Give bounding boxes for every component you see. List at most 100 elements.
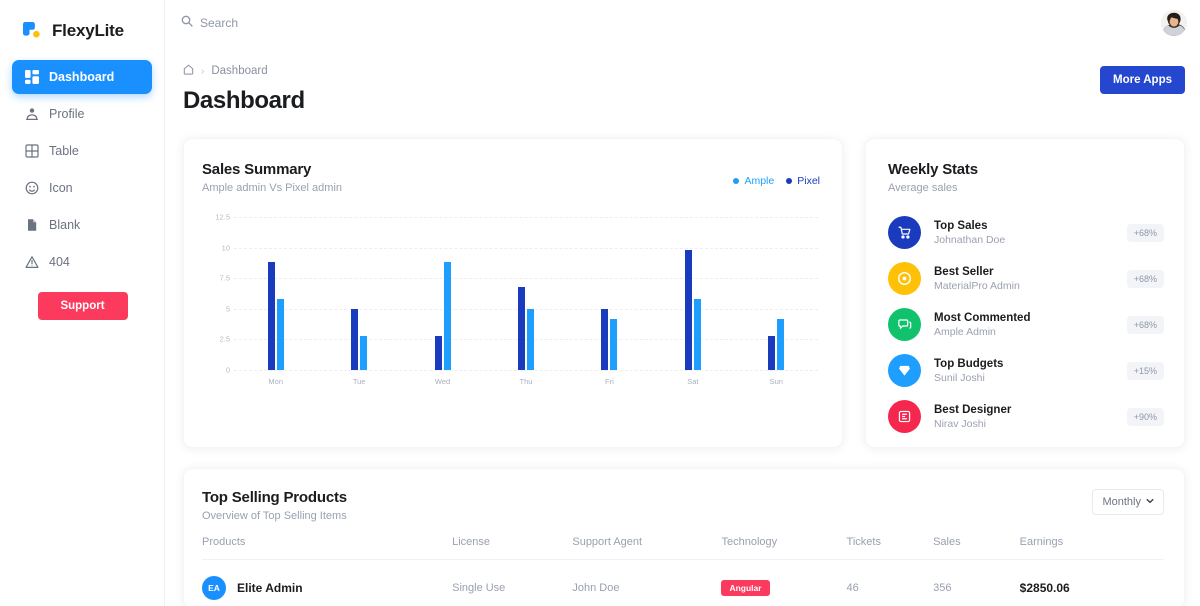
chart-gridline: [234, 309, 818, 310]
weekly-stat-badge: +90%: [1127, 408, 1164, 426]
sales-bar-chart: 12.5107.552.50MonTueWedThuFriSatSun: [202, 207, 824, 392]
weekly-stat-text: Best Designer Nirav Joshi: [934, 404, 1127, 430]
weekly-stat-text: Top SalesJohnathan Doe: [934, 220, 1127, 246]
chart-bar: [527, 309, 534, 370]
sales-summary-subtitle: Ample admin Vs Pixel admin: [202, 182, 822, 194]
weekly-stat-item[interactable]: Top SalesJohnathan Doe+68%: [888, 216, 1164, 249]
diamond-icon: [888, 354, 921, 387]
sidebar: FlexyLite Dashboard: [0, 0, 165, 606]
table-column-header: Tickets: [847, 536, 934, 560]
sidebar-item-icon[interactable]: Icon: [12, 171, 152, 205]
table-column-header: Earnings: [1020, 536, 1164, 560]
weekly-stat-badge: +68%: [1127, 224, 1164, 242]
chart-bar: [685, 250, 692, 370]
chart-bar: [277, 299, 284, 370]
weekly-stat-sub: MaterialPro Admin: [934, 280, 1127, 292]
chart-x-tick: Sat: [687, 377, 698, 386]
dashboard-row-top: Sales Summary Ample admin Vs Pixel admin…: [183, 138, 1185, 448]
weekly-stat-item[interactable]: Most CommentedAmple Admin+68%: [888, 308, 1164, 341]
support-wrap: Support: [0, 292, 165, 320]
page-title: Dashboard: [183, 87, 305, 115]
brand[interactable]: FlexyLite: [0, 0, 164, 48]
weekly-stat-item[interactable]: Top BudgetsSunil Joshi+15%: [888, 354, 1164, 387]
sidebar-item-blank[interactable]: Blank: [12, 208, 152, 242]
chart-x-tick: Thu: [520, 377, 533, 386]
top-selling-title: Top Selling Products: [202, 489, 347, 506]
sidebar-item-dashboard[interactable]: Dashboard: [12, 60, 152, 94]
chart-bar: [694, 299, 701, 370]
sidebar-nav: Dashboard Profile: [0, 60, 164, 279]
chart-gridline: [234, 370, 818, 371]
top-selling-titles: Top Selling Products Overview of Top Sel…: [202, 489, 347, 522]
table-row[interactable]: EAElite AdminSingle UseJohn DoeAngular46…: [202, 560, 1164, 601]
warning-triangle-icon: [24, 255, 39, 270]
top-selling-products-card: Top Selling Products Overview of Top Sel…: [183, 468, 1185, 606]
table-body: EAElite AdminSingle UseJohn DoeAngular46…: [202, 560, 1164, 601]
legend-dot-icon: [786, 178, 792, 184]
weekly-stat-text: Top BudgetsSunil Joshi: [934, 358, 1127, 384]
legend-item-pixel[interactable]: Pixel: [786, 175, 820, 187]
home-icon[interactable]: [183, 64, 194, 78]
sidebar-item-label: Profile: [49, 107, 84, 121]
page-head-left: › Dashboard Dashboard: [183, 64, 305, 115]
cell-earnings: $2850.06: [1020, 560, 1164, 601]
chart-x-tick: Wed: [435, 377, 450, 386]
weekly-stats-title: Weekly Stats: [888, 161, 1164, 178]
weekly-stat-sub: Johnathan Doe: [934, 234, 1127, 246]
chart-gridline: [234, 248, 818, 249]
chart-bar: [518, 287, 525, 370]
weekly-stat-sub: Ample Admin: [934, 326, 1127, 338]
app-root: FlexyLite Dashboard: [0, 0, 1200, 606]
weekly-stats-list: Top SalesJohnathan Doe+68%Best SellerMat…: [888, 216, 1164, 433]
sales-summary-card: Sales Summary Ample admin Vs Pixel admin…: [183, 138, 843, 448]
table-header-row: ProductsLicenseSupport AgentTechnologyTi…: [202, 536, 1164, 560]
sidebar-item-table[interactable]: Table: [12, 134, 152, 168]
breadcrumb-separator: ›: [201, 66, 204, 77]
table-column-header: Support Agent: [572, 536, 721, 560]
sidebar-item-label: 404: [49, 255, 70, 269]
chart-gridline: [234, 339, 818, 340]
chart-y-tick: 2.5: [204, 335, 230, 344]
chart-bar: [768, 336, 775, 370]
weekly-stat-item[interactable]: Best SellerMaterialPro Admin+68%: [888, 262, 1164, 295]
monthly-filter-select[interactable]: Monthly: [1092, 489, 1164, 515]
sidebar-item-label: Blank: [49, 218, 80, 232]
content: › Dashboard Dashboard More Apps Sales Su…: [165, 46, 1200, 606]
smiley-face-icon: [24, 181, 39, 196]
product-avatar: EA: [202, 576, 226, 600]
file-document-icon: [24, 218, 39, 233]
chart-plot-area: 12.5107.552.50MonTueWedThuFriSatSun: [234, 217, 818, 370]
weekly-stat-name: Best Designer: [934, 404, 1127, 416]
search-input[interactable]: Search: [181, 14, 238, 32]
sidebar-item-profile[interactable]: Profile: [12, 97, 152, 131]
avatar[interactable]: [1161, 10, 1187, 36]
chart-y-tick: 10: [204, 243, 230, 252]
sidebar-item-label: Icon: [49, 181, 73, 195]
chart-bar: [435, 336, 442, 370]
table-column-header: License: [452, 536, 572, 560]
layers-image-icon: [888, 400, 921, 433]
table-head: ProductsLicenseSupport AgentTechnologyTi…: [202, 536, 1164, 560]
chart-x-tick: Fri: [605, 377, 614, 386]
person-icon: [24, 107, 39, 122]
dashboard-grid-icon: [24, 70, 39, 85]
weekly-stat-sub: Nirav Joshi: [934, 418, 1127, 430]
breadcrumb-current: Dashboard: [211, 65, 267, 77]
weekly-stats-subtitle: Average sales: [888, 182, 1164, 194]
search-icon: [181, 14, 193, 32]
weekly-stats-card: Weekly Stats Average sales Top SalesJohn…: [865, 138, 1185, 448]
weekly-stat-name: Top Budgets: [934, 358, 1127, 370]
monthly-filter-label: Monthly: [1102, 496, 1141, 508]
legend-item-ample[interactable]: Ample: [733, 175, 774, 187]
weekly-stat-item[interactable]: Best Designer Nirav Joshi+90%: [888, 400, 1164, 433]
support-button[interactable]: Support: [38, 292, 128, 320]
weekly-stat-badge: +68%: [1127, 270, 1164, 288]
chart-y-tick: 12.5: [204, 213, 230, 222]
sidebar-item-404[interactable]: 404: [12, 245, 152, 279]
legend-label: Pixel: [797, 175, 820, 187]
more-apps-button[interactable]: More Apps: [1100, 66, 1185, 94]
flexy-logo-icon: [20, 20, 43, 43]
breadcrumb: › Dashboard: [183, 64, 305, 78]
legend-dot-icon: [733, 178, 739, 184]
chart-y-tick: 5: [204, 304, 230, 313]
